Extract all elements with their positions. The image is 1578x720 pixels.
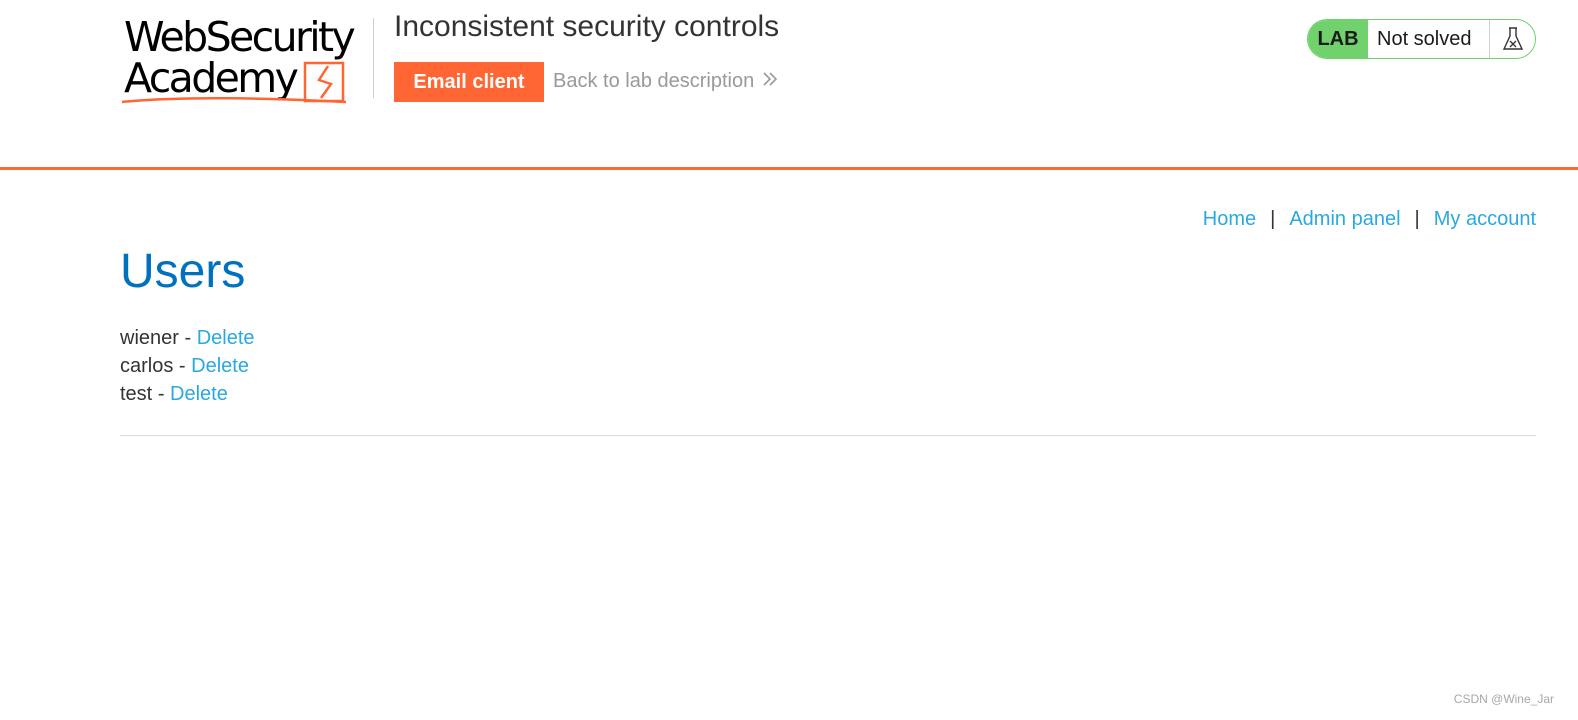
academy-header: WebSecurity Academy Inconsistent securit…: [0, 0, 1578, 171]
top-links: Home | Admin panel | My account: [1203, 208, 1536, 231]
nav-my-account-link[interactable]: My account: [1434, 208, 1536, 231]
logo-lightning-mark: [121, 61, 347, 104]
user-separator: -: [157, 383, 171, 405]
nav-separator: |: [1414, 208, 1420, 230]
delete-user-link[interactable]: Delete: [197, 327, 255, 349]
delete-user-link[interactable]: Delete: [170, 383, 228, 405]
user-name: test: [120, 383, 153, 405]
page-title: Users: [120, 245, 246, 298]
user-name: carlos: [120, 355, 174, 377]
web-security-academy-logo[interactable]: WebSecurity Academy: [120, 14, 372, 108]
lab-status-text: Not solved: [1368, 20, 1490, 58]
delete-user-link[interactable]: Delete: [191, 355, 249, 377]
flask-icon: [1490, 20, 1535, 58]
page: WebSecurity Academy Inconsistent securit…: [0, 0, 1578, 720]
watermark: CSDN @Wine_Jar: [1453, 692, 1554, 706]
double-chevron-right-icon: [762, 70, 778, 93]
nav-admin-panel-link[interactable]: Admin panel: [1289, 208, 1400, 231]
email-client-button[interactable]: Email client: [394, 62, 544, 102]
header-orange-rule: [0, 167, 1578, 170]
nav-separator: |: [1270, 208, 1276, 230]
lab-title: Inconsistent security controls: [394, 10, 780, 43]
lab-badge: LAB: [1308, 20, 1368, 58]
user-row: test - Delete: [120, 380, 255, 408]
back-to-lab-description-link[interactable]: Back to lab description: [553, 70, 778, 93]
user-list: wiener - Delete carlos - Delete test - D…: [120, 324, 255, 408]
user-row: wiener - Delete: [120, 324, 255, 352]
user-row: carlos - Delete: [120, 352, 255, 380]
back-link-label: Back to lab description: [553, 70, 755, 92]
user-separator: -: [178, 355, 192, 377]
user-separator: -: [184, 327, 197, 349]
nav-home-link[interactable]: Home: [1203, 208, 1256, 231]
content-divider: [120, 435, 1536, 436]
logo-divider: [373, 18, 374, 98]
lab-status-widget: LAB Not solved: [1307, 19, 1536, 59]
user-name: wiener: [120, 327, 179, 349]
